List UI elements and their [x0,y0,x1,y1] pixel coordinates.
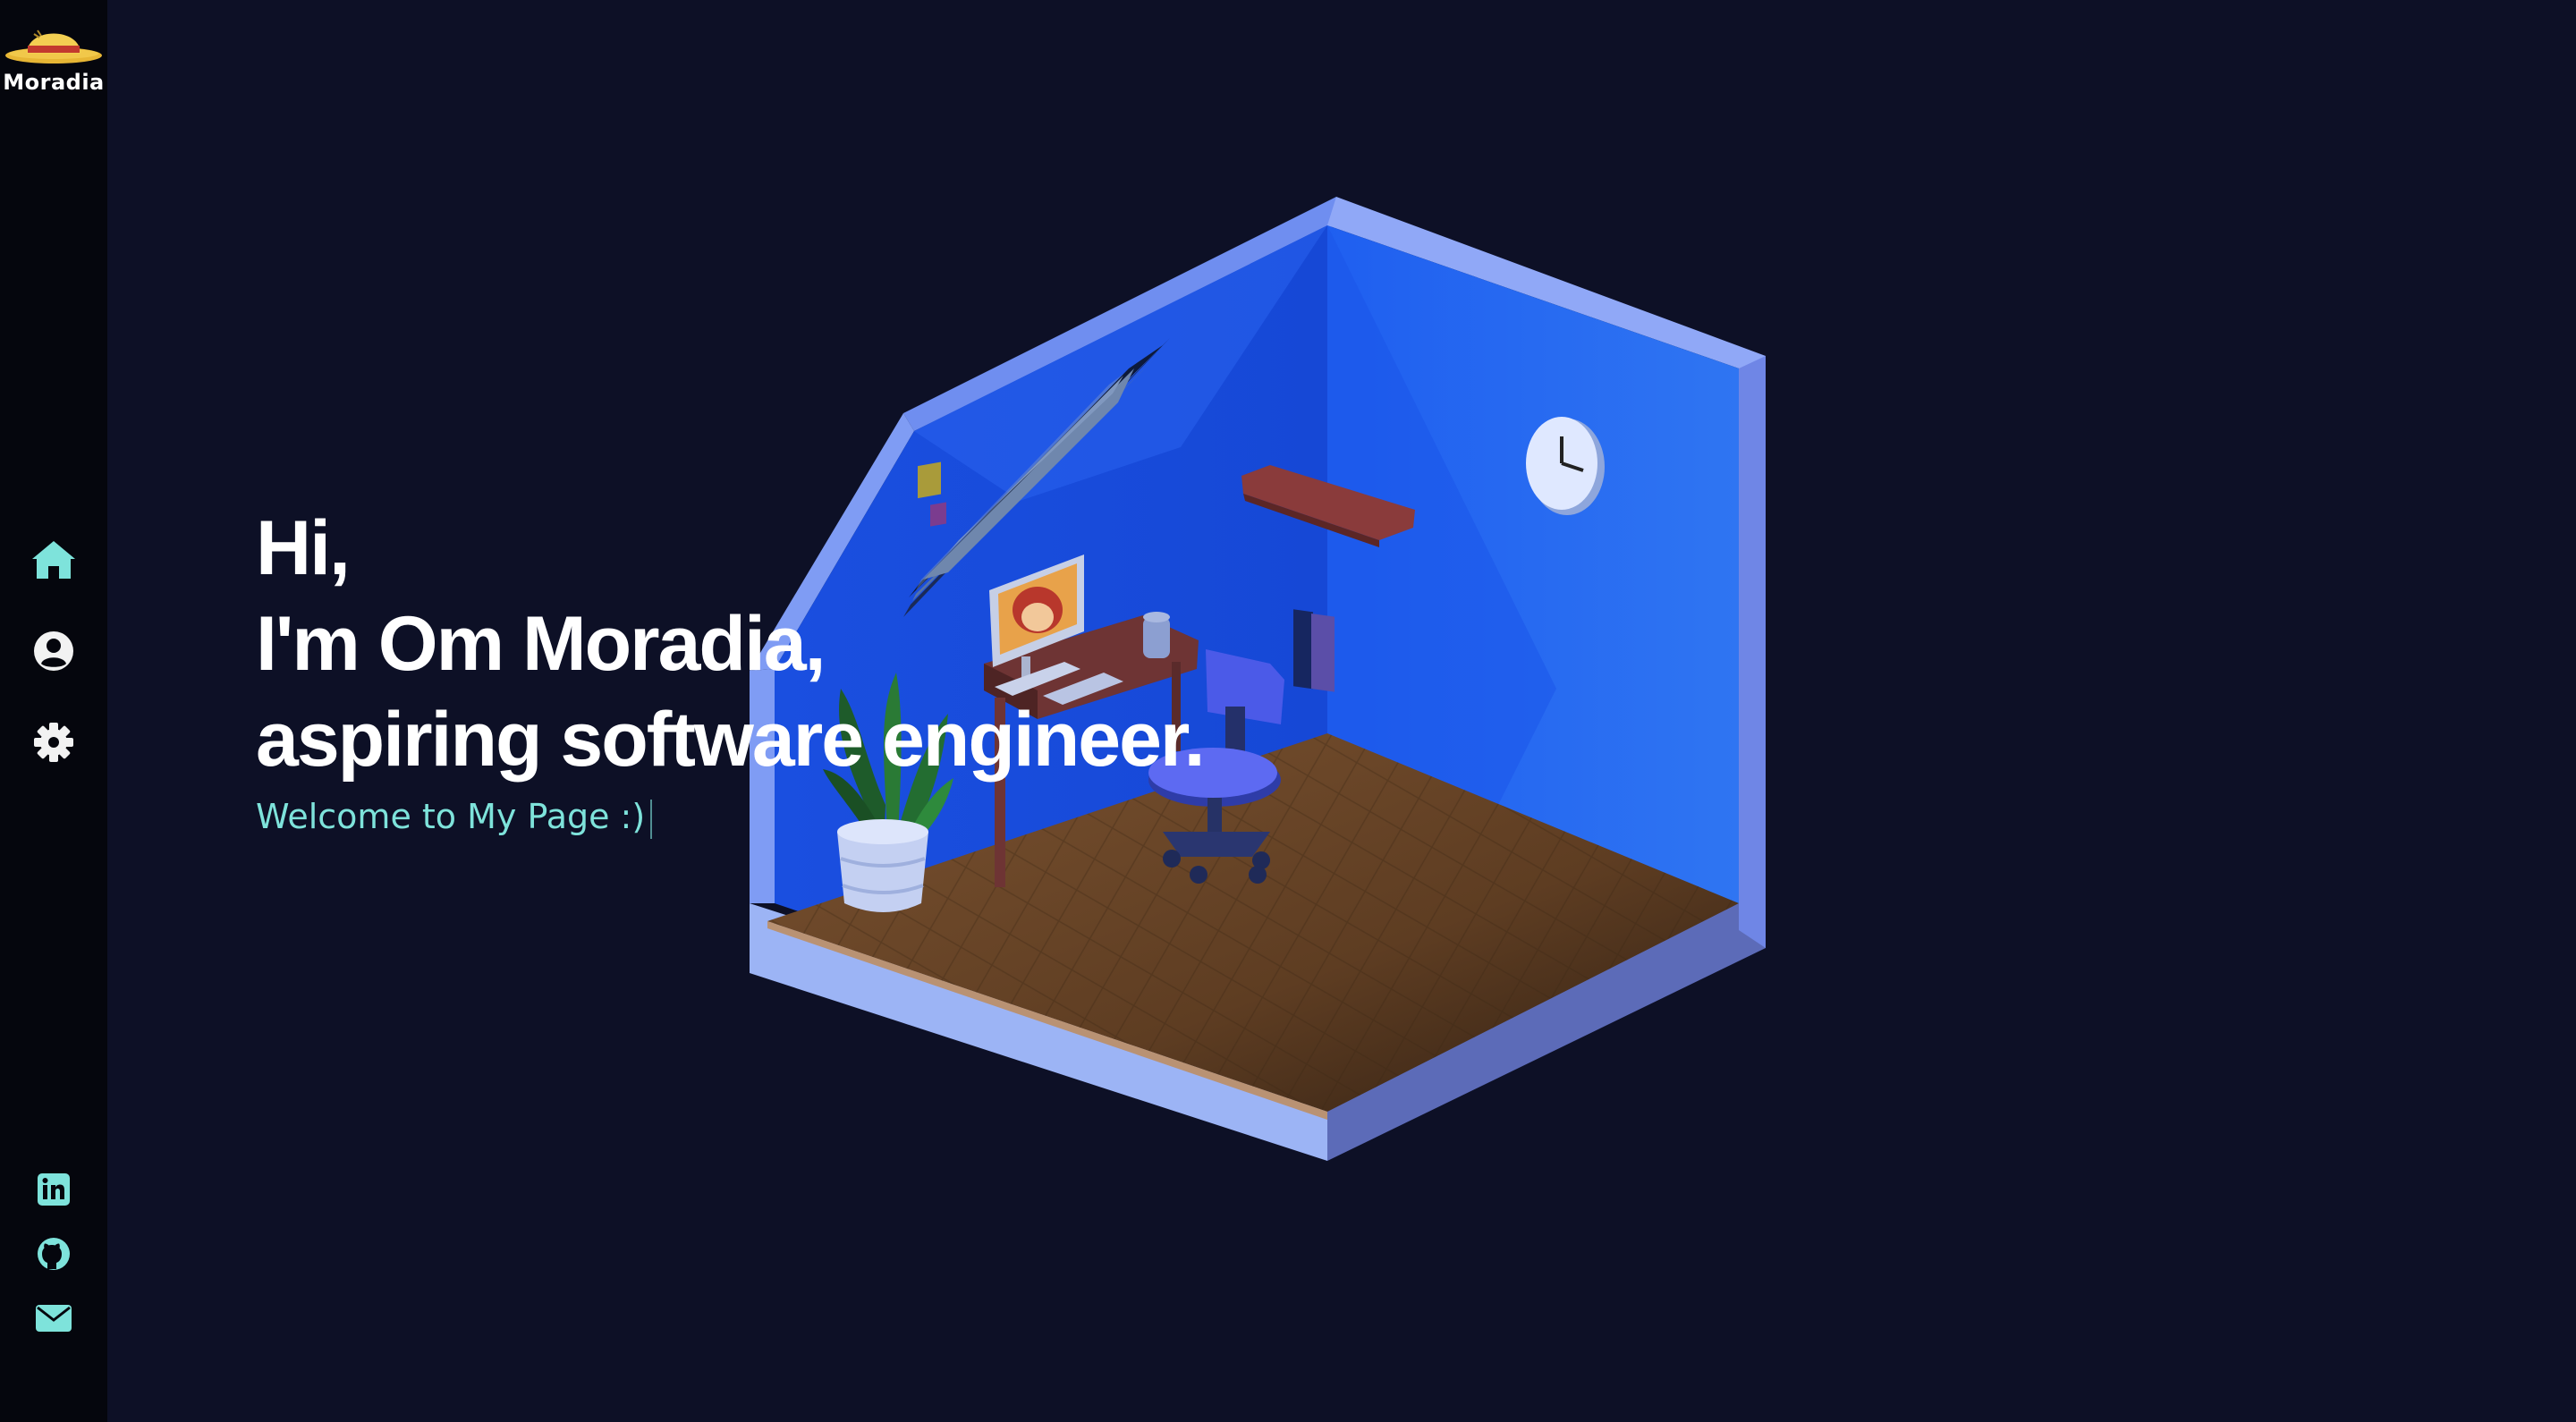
app-root: Moradia Hi, I'm Om Moradia, aspiring sof… [0,0,2576,1422]
hero-line-role: aspiring software engineer. [256,697,1206,783]
hero-line-name: I'm Om Moradia, [256,601,826,687]
sticky-note [918,461,941,499]
hero-heading: Hi, I'm Om Moradia, aspiring software en… [256,501,1206,788]
hero-subtitle: Welcome to My Page :) [256,790,1204,843]
hero-section: Hi, I'm Om Moradia, aspiring software en… [256,501,1206,843]
typing-cursor [650,799,653,839]
hero-subtitle-text: Welcome to My Page :) [256,797,646,836]
hero-line-greeting: Hi, [256,505,351,591]
